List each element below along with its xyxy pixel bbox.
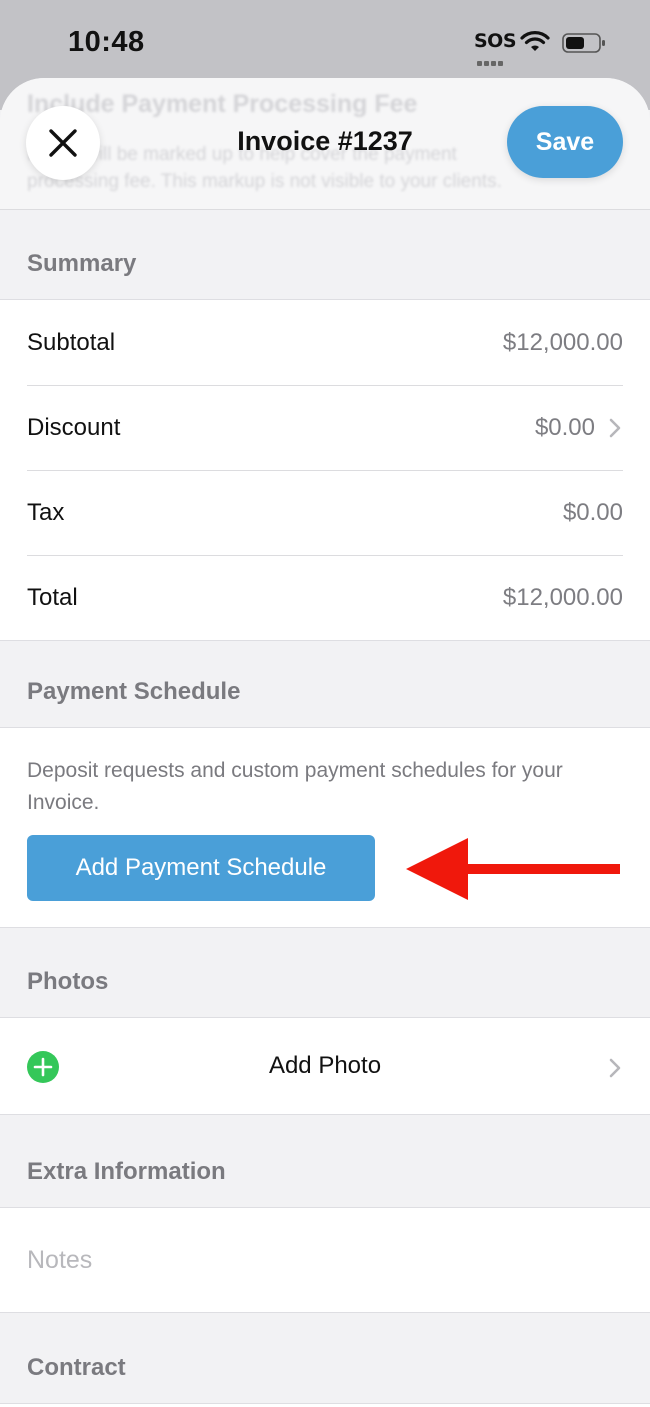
- add-payment-schedule-button[interactable]: Add Payment Schedule: [27, 835, 375, 901]
- status-bar: 10:48 SOS: [0, 0, 650, 78]
- chevron-right-icon: [609, 1058, 621, 1078]
- add-photo-row[interactable]: Add Photo: [0, 1017, 650, 1115]
- sheet-header: Include Payment Processing Fee Prices wi…: [0, 78, 650, 210]
- summary-row-tax: Tax $0.00: [0, 470, 650, 555]
- add-photo-label: Add Photo: [268, 1052, 382, 1079]
- save-button[interactable]: Save: [507, 106, 623, 178]
- subtotal-value: $12,000.00: [502, 328, 623, 356]
- discount-value: $0.00: [534, 413, 595, 441]
- behind-text-line-2: processing fee. This markup is not visib…: [27, 171, 502, 192]
- sos-indicator: SOS: [474, 30, 517, 52]
- photos-section-header: Photos: [27, 968, 109, 995]
- chevron-right-icon: [609, 418, 621, 437]
- battery-icon: [562, 33, 605, 53]
- close-button[interactable]: [26, 106, 100, 180]
- notes-placeholder: Notes: [27, 1246, 93, 1274]
- total-label: Total: [27, 583, 78, 611]
- contract-group: [0, 1403, 650, 1407]
- invoice-sheet: Include Payment Processing Fee Prices wi…: [0, 78, 650, 1407]
- extra-information-section-header: Extra Information: [27, 1158, 226, 1185]
- status-time: 10:48: [68, 26, 145, 58]
- payment-schedule-section-header: Payment Schedule: [27, 678, 241, 705]
- tax-value: $0.00: [562, 498, 623, 526]
- tax-label: Tax: [27, 498, 65, 526]
- annotation-arrow: [406, 838, 620, 900]
- contract-section-header: Contract: [27, 1354, 126, 1381]
- total-value: $12,000.00: [502, 583, 623, 611]
- payment-schedule-description: Deposit requests and custom payment sche…: [27, 759, 563, 814]
- summary-group: Subtotal $12,000.00 Discount $0.00 Tax $…: [0, 299, 650, 641]
- subtotal-label: Subtotal: [27, 328, 116, 356]
- signal-dots-icon: [477, 53, 507, 66]
- wifi-icon: [520, 31, 550, 51]
- notes-field[interactable]: Notes: [0, 1207, 650, 1313]
- summary-row-discount[interactable]: Discount $0.00: [0, 385, 650, 470]
- summary-section-header: Summary: [27, 250, 137, 277]
- discount-label: Discount: [27, 413, 121, 441]
- close-icon: [49, 129, 77, 157]
- summary-row-subtotal: Subtotal $12,000.00: [0, 300, 650, 385]
- summary-row-total: Total $12,000.00: [0, 555, 650, 640]
